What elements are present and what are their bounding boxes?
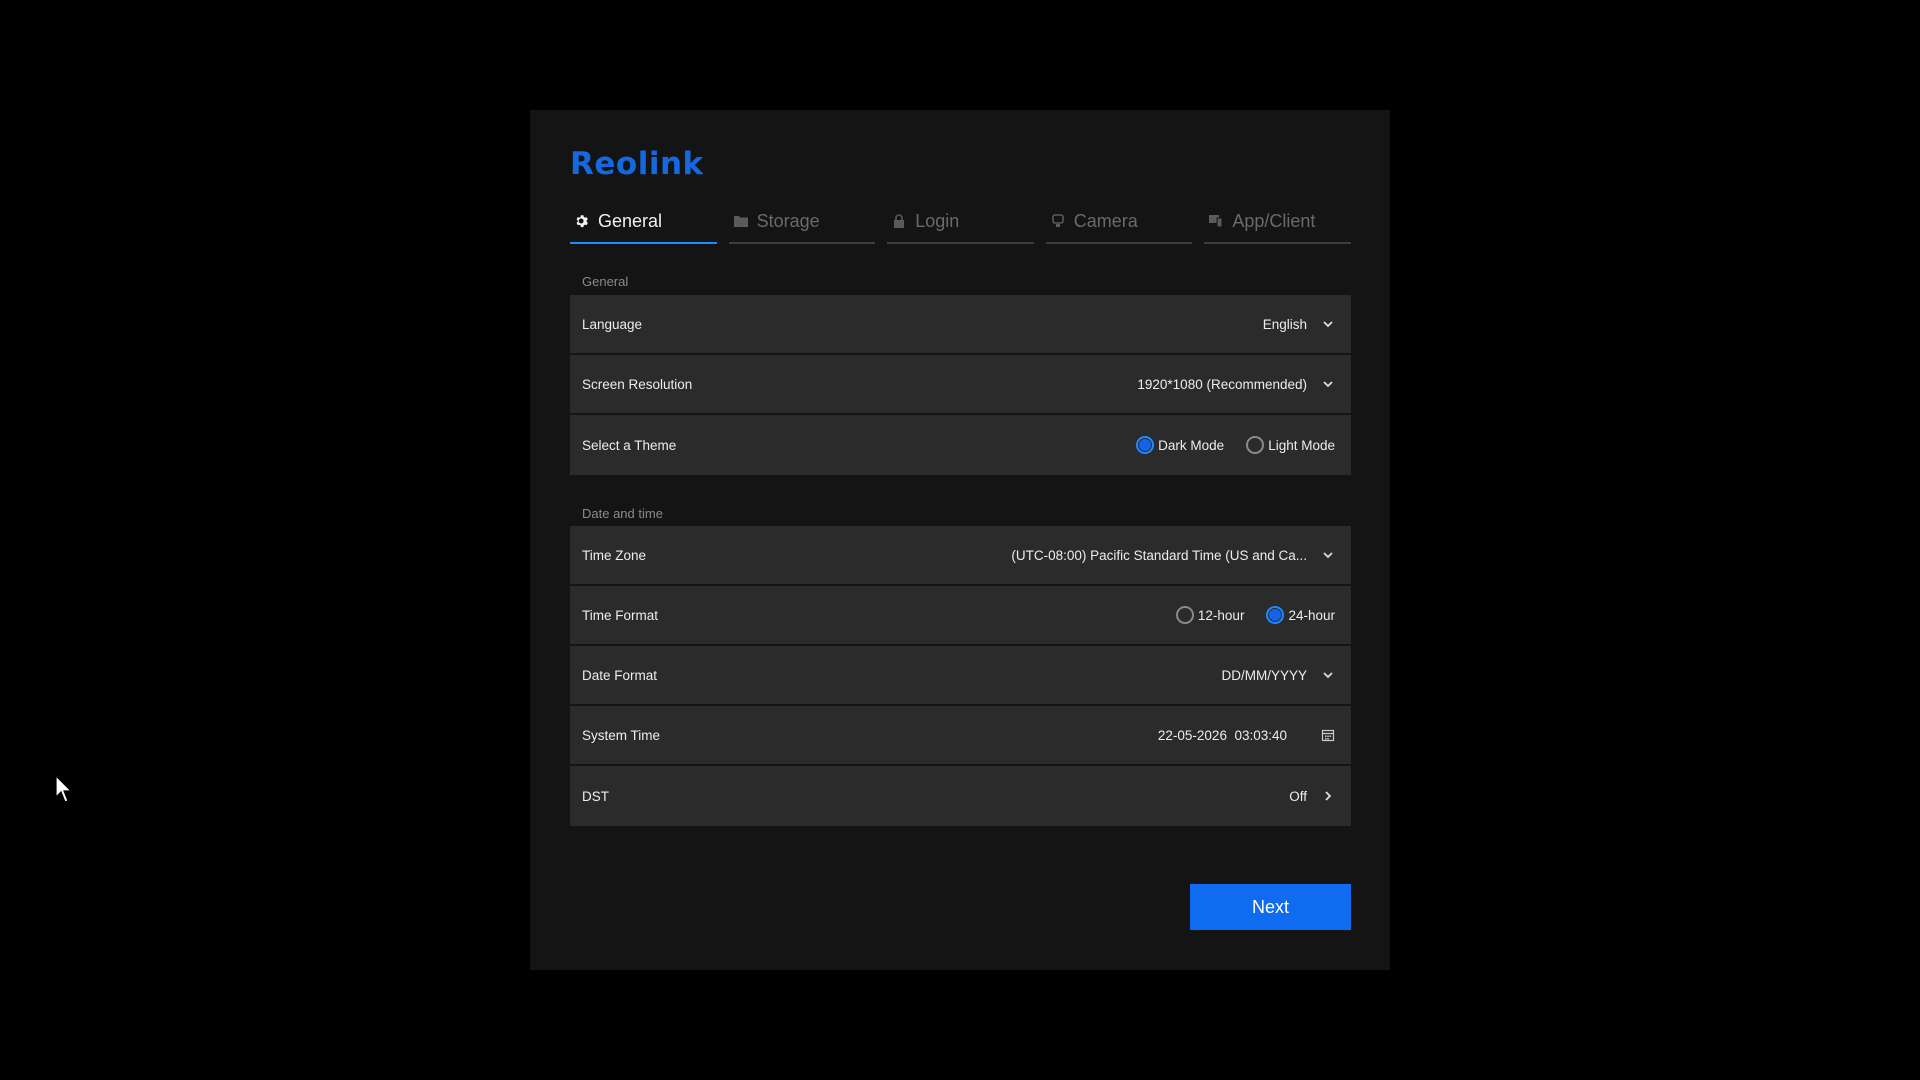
- language-select[interactable]: English: [1263, 317, 1335, 332]
- reolink-logo: Reolink: [570, 146, 704, 182]
- time-format-radio-group: 12-hour 24-hour: [1154, 606, 1335, 624]
- dark-mode-radio[interactable]: [1136, 436, 1155, 454]
- date-format-row: Date Format DD/MM/YYYY: [570, 646, 1351, 706]
- lock-icon: [891, 213, 907, 229]
- system-time-picker[interactable]: 22-05-2026 03:03:40: [1158, 728, 1335, 743]
- mouse-cursor-icon: [55, 775, 73, 803]
- screen-resolution-row: Screen Resolution 1920*1080 (Recommended…: [570, 355, 1351, 415]
- dst-value: Off: [1289, 788, 1307, 804]
- time-zone-select[interactable]: (UTC-08:00) Pacific Standard Time (US an…: [1011, 548, 1335, 563]
- 12-hour-radio[interactable]: [1175, 606, 1194, 624]
- 24-hour-label: 24-hour: [1288, 607, 1335, 623]
- date-format-label: Date Format: [582, 667, 658, 683]
- dst-control[interactable]: Off: [1289, 789, 1335, 804]
- theme-radio-group: Dark Mode Light Mode: [1114, 436, 1335, 454]
- section-title-date-time: Date and time: [582, 506, 663, 521]
- dst-row[interactable]: DST Off: [570, 766, 1351, 826]
- system-time-label: System Time: [582, 727, 661, 743]
- light-mode-option[interactable]: Light Mode: [1246, 436, 1335, 454]
- screen-resolution-select[interactable]: 1920*1080 (Recommended): [1137, 377, 1335, 392]
- language-value: English: [1262, 316, 1307, 332]
- dark-mode-option[interactable]: Dark Mode: [1136, 436, 1224, 454]
- gear-icon: [574, 213, 590, 229]
- 12-hour-label: 12-hour: [1197, 607, 1245, 623]
- tab-camera-label: Camera: [1073, 210, 1138, 231]
- tab-login-label: Login: [915, 210, 960, 231]
- date-format-value: DD/MM/YYYY: [1221, 667, 1307, 683]
- light-mode-label: Light Mode: [1268, 437, 1335, 453]
- time-zone-label: Time Zone: [582, 547, 647, 563]
- setup-wizard-panel: Reolink General Storage Login Camera App…: [530, 110, 1390, 970]
- devices-icon: [1208, 213, 1224, 229]
- 12-hour-option[interactable]: 12-hour: [1175, 606, 1245, 624]
- chevron-right-icon: [1321, 789, 1335, 803]
- time-format-label: Time Format: [582, 607, 659, 623]
- general-settings-group: Language English Screen Resolution 1920*…: [570, 295, 1351, 475]
- tab-camera[interactable]: Camera: [1045, 200, 1193, 244]
- date-time-settings-group: Time Zone (UTC-08:00) Pacific Standard T…: [570, 526, 1351, 826]
- chevron-down-icon: [1321, 548, 1335, 562]
- camera-icon: [1050, 213, 1066, 229]
- folder-icon: [733, 213, 749, 229]
- chevron-down-icon: [1321, 377, 1335, 391]
- chevron-down-icon: [1321, 317, 1335, 331]
- tab-general[interactable]: General: [570, 200, 717, 244]
- system-time-value: 22-05-2026 03:03:40: [1157, 727, 1287, 743]
- time-zone-value: (UTC-08:00) Pacific Standard Time (US an…: [1011, 547, 1307, 563]
- calendar-icon[interactable]: [1321, 728, 1335, 742]
- theme-row: Select a Theme Dark Mode Light Mode: [570, 415, 1351, 475]
- tab-storage-label: Storage: [756, 210, 820, 231]
- dark-mode-label: Dark Mode: [1158, 437, 1225, 453]
- time-format-row: Time Format 12-hour 24-hour: [570, 586, 1351, 646]
- theme-label: Select a Theme: [582, 437, 677, 453]
- tab-app-client[interactable]: App/Client: [1204, 200, 1351, 244]
- section-title-general: General: [582, 274, 629, 289]
- screen-resolution-value: 1920*1080 (Recommended): [1137, 376, 1307, 392]
- language-row: Language English: [570, 295, 1351, 355]
- wizard-tabs: General Storage Login Camera App/Client: [570, 200, 1351, 248]
- system-time-row: System Time 22-05-2026 03:03:40: [570, 706, 1351, 766]
- date-format-select[interactable]: DD/MM/YYYY: [1221, 668, 1335, 683]
- light-mode-radio[interactable]: [1246, 436, 1265, 454]
- screen: Reolink General Storage Login Camera App…: [0, 0, 1920, 1080]
- tab-login[interactable]: Login: [887, 200, 1034, 244]
- tab-app-client-label: App/Client: [1232, 210, 1316, 231]
- tab-storage[interactable]: Storage: [728, 200, 876, 244]
- chevron-down-icon: [1321, 668, 1335, 682]
- time-zone-row: Time Zone (UTC-08:00) Pacific Standard T…: [570, 526, 1351, 586]
- 24-hour-option[interactable]: 24-hour: [1266, 606, 1335, 624]
- language-label: Language: [582, 316, 643, 332]
- dst-label: DST: [582, 788, 609, 804]
- tab-general-label: General: [598, 210, 663, 231]
- 24-hour-radio[interactable]: [1266, 606, 1285, 624]
- next-button[interactable]: Next: [1190, 884, 1351, 930]
- screen-resolution-label: Screen Resolution: [582, 376, 693, 392]
